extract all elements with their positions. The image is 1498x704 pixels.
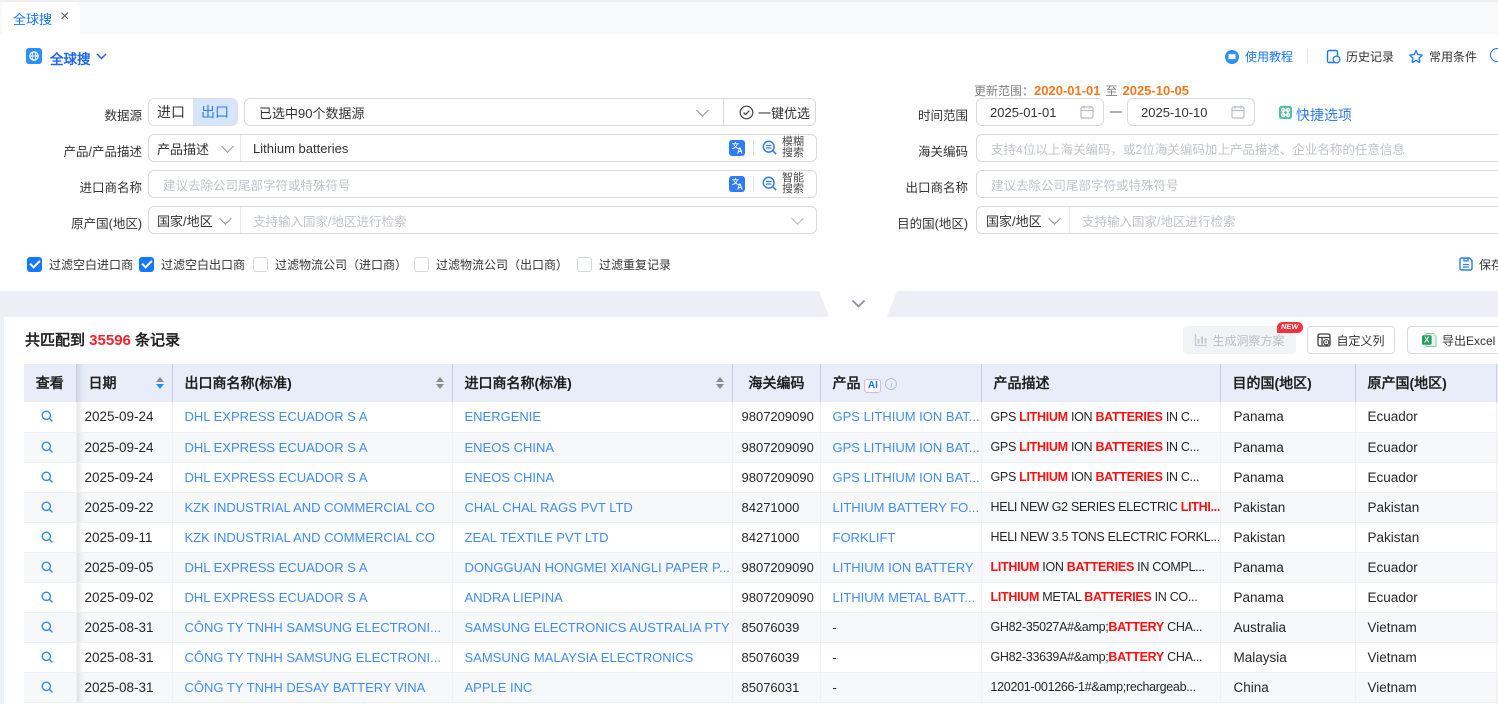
svg-text:A: A <box>737 147 743 156</box>
svg-text:X: X <box>1424 335 1430 345</box>
svg-text:A: A <box>737 183 743 192</box>
